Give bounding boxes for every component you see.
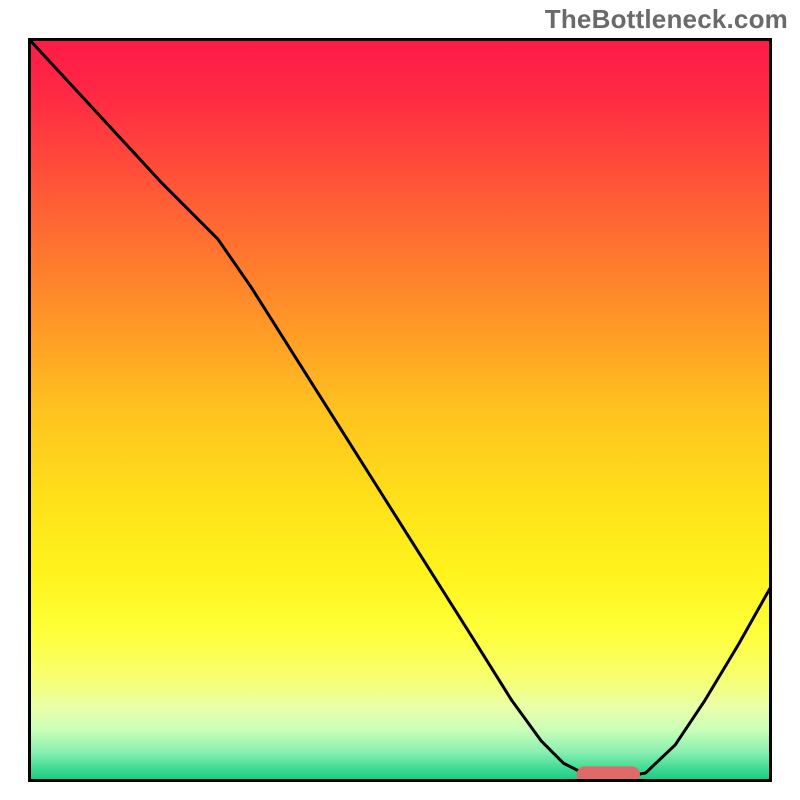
chart-frame: TheBottleneck.com [0, 0, 800, 800]
watermark-text: TheBottleneck.com [545, 4, 788, 35]
plot-area [28, 38, 772, 782]
gradient-background [28, 38, 772, 782]
plot-svg [28, 38, 772, 782]
